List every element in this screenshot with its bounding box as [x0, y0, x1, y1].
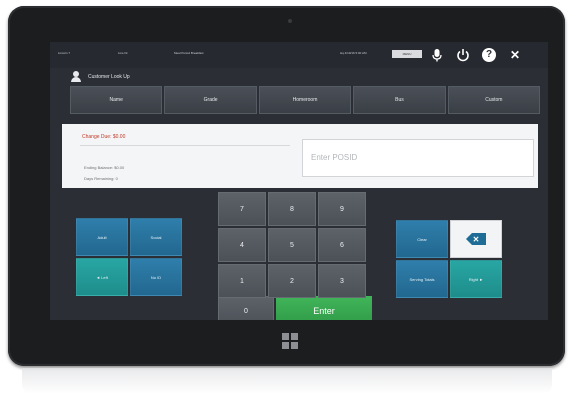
left-button[interactable]: ◄ Left: [76, 258, 128, 296]
social-button[interactable]: Social: [130, 218, 182, 256]
tab-homeroom[interactable]: Homeroom: [258, 86, 352, 114]
key-2[interactable]: 2: [268, 264, 316, 298]
divider: [80, 145, 290, 146]
camera-dot: [288, 19, 292, 23]
top-bar: Lincoln 7 Line Dr. Meal Period Breakfast…: [50, 42, 548, 68]
key-8[interactable]: 8: [268, 192, 316, 226]
lookup-tabs: Name Grade Homeroom Bus Custom: [70, 86, 541, 114]
help-icon[interactable]: ?: [482, 48, 496, 62]
info-field-1: Lincoln 7: [58, 51, 71, 55]
key-6[interactable]: 6: [318, 228, 366, 262]
reflection: [22, 368, 552, 394]
tab-bus[interactable]: Bus: [353, 86, 446, 114]
info-field-4: Hq 4/19/16 5:00 AM: [340, 51, 367, 55]
no-id-button[interactable]: No ID: [130, 258, 182, 296]
customer-lookup-header: Customer Look Up: [70, 69, 130, 85]
right-button[interactable]: Right ►: [450, 260, 502, 298]
customer-lookup-label: Customer Look Up: [88, 74, 130, 80]
backspace-button[interactable]: ✕: [450, 220, 502, 258]
adult-button[interactable]: Adult: [76, 218, 128, 256]
days-remaining-text: Days Remaining: 0: [84, 176, 118, 181]
key-5[interactable]: 5: [268, 228, 316, 262]
tab-grade[interactable]: Grade: [164, 86, 257, 114]
transaction-info: Change Due: $0.00 Ending Balance: $0.00 …: [62, 124, 298, 188]
app-screen: Lincoln 7 Line Dr. Meal Period Breakfast…: [50, 42, 548, 320]
key-3[interactable]: 3: [318, 264, 366, 298]
windows-home-icon[interactable]: [282, 333, 298, 349]
posid-input[interactable]: Enter POSID: [302, 139, 534, 177]
info-field-2: Line Dr.: [118, 51, 129, 55]
change-due-text: Change Due: $0.00: [82, 134, 126, 140]
ending-balance-text: Ending Balance: $0.00: [84, 165, 125, 170]
person-icon: [70, 71, 84, 83]
enter-button[interactable]: Enter: [276, 296, 372, 320]
menu-box[interactable]: MENU: [392, 50, 422, 58]
key-4[interactable]: 4: [218, 228, 266, 262]
close-icon[interactable]: ✕: [508, 48, 522, 62]
key-9[interactable]: 9: [318, 192, 366, 226]
transaction-panel: Change Due: $0.00 Ending Balance: $0.00 …: [62, 124, 538, 188]
backspace-icon: ✕: [466, 233, 486, 245]
tab-name[interactable]: Name: [70, 86, 163, 114]
clear-button[interactable]: Clear: [396, 220, 448, 258]
serving-totals-button[interactable]: Serving Totals: [396, 260, 448, 298]
key-0[interactable]: 0: [218, 296, 274, 320]
tab-custom[interactable]: Custom: [447, 86, 541, 114]
info-field-3: Meal Period Breakfast: [174, 51, 204, 55]
power-icon[interactable]: [456, 48, 470, 62]
key-7[interactable]: 7: [218, 192, 266, 226]
key-1[interactable]: 1: [218, 264, 266, 298]
microphone-icon[interactable]: [430, 48, 444, 62]
